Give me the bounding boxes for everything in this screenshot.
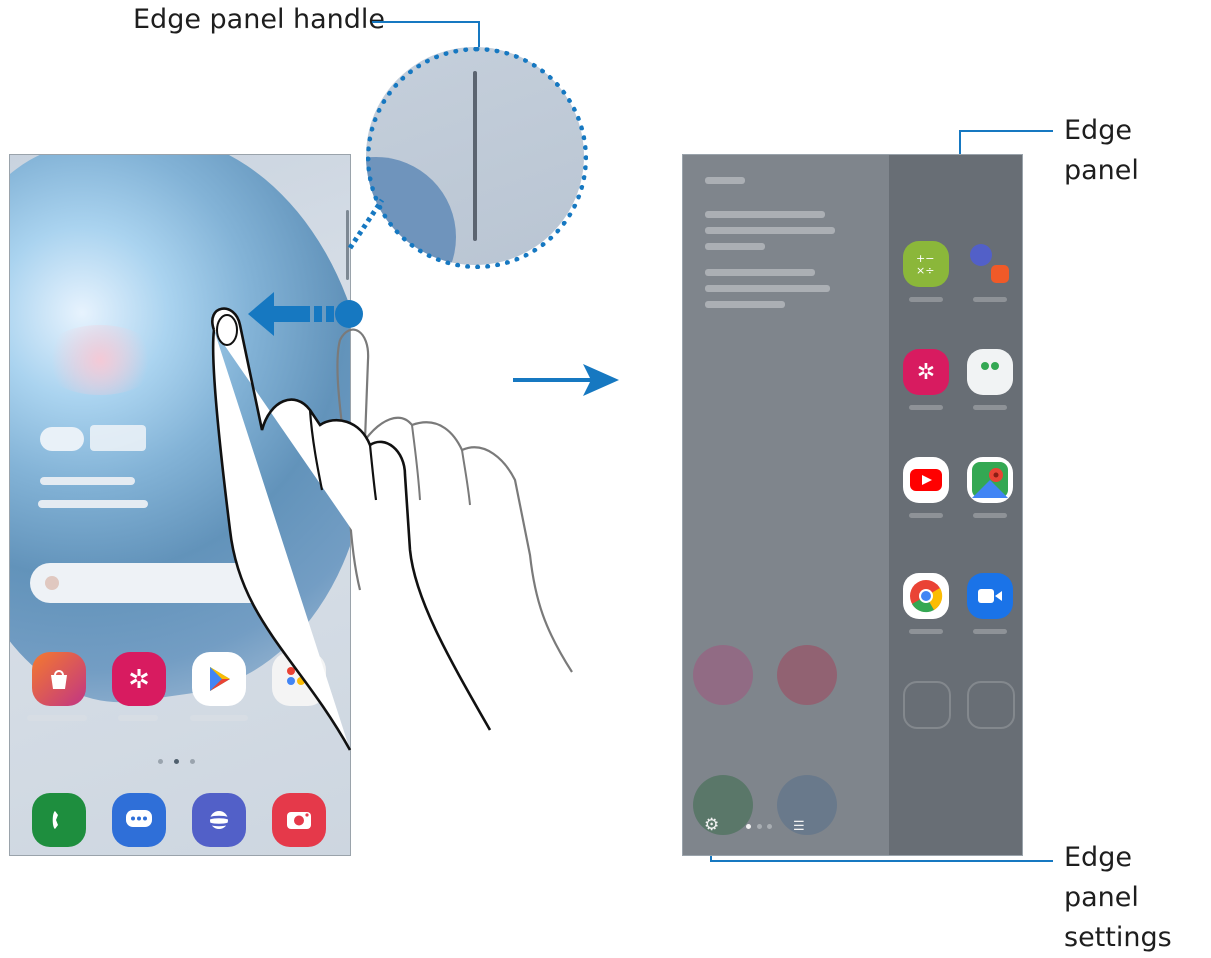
galaxy-store-icon[interactable]	[32, 652, 86, 706]
app-label	[909, 405, 943, 410]
edge-panel-settings-callout: Edge panel settings	[1064, 838, 1211, 958]
edge-panel-settings-gear-icon[interactable]: ⚙	[704, 815, 719, 835]
add-app-slot[interactable]	[967, 681, 1015, 729]
page-indicator-active	[746, 824, 751, 829]
edge-panel-handle-leader	[372, 21, 480, 23]
phone-icon[interactable]	[32, 793, 86, 847]
internet-icon[interactable]	[192, 793, 246, 847]
faded-app	[693, 775, 753, 835]
svg-text:×÷: ×÷	[916, 264, 934, 277]
app-label	[27, 715, 87, 721]
edge-panel-leader	[959, 130, 1053, 132]
app-label	[973, 297, 1007, 302]
blurred-title	[705, 177, 745, 184]
app-label	[909, 629, 943, 634]
camera-icon[interactable]	[272, 793, 326, 847]
faded-app	[693, 645, 753, 705]
blurred-text	[705, 211, 825, 218]
weather-widget[interactable]	[40, 425, 146, 456]
maps-icon[interactable]	[967, 457, 1013, 503]
app-label	[118, 715, 158, 721]
edge-panel-phone: ⚙ ☰ +− ×÷ ✲	[682, 154, 1023, 856]
add-app-slot[interactable]	[903, 681, 951, 729]
google-icon	[45, 576, 59, 590]
magnifier-pointer	[347, 198, 385, 250]
transition-arrow-icon	[513, 364, 619, 396]
chrome-icon[interactable]	[903, 573, 949, 619]
list-icon[interactable]: ☰	[793, 818, 805, 834]
page-indicator	[767, 824, 772, 829]
blurred-text	[705, 285, 830, 292]
app-label	[973, 629, 1007, 634]
page-indicator	[757, 824, 762, 829]
duo-icon[interactable]	[967, 573, 1013, 619]
faded-app	[777, 775, 837, 835]
faded-app	[777, 645, 837, 705]
edge-panel-settings-line1: Edge panel	[1064, 842, 1139, 913]
calculator-icon[interactable]: +− ×÷	[903, 241, 949, 287]
app-label	[973, 513, 1007, 518]
edge-panel-settings-leader	[710, 860, 1053, 862]
gallery-icon[interactable]: ✲	[112, 652, 166, 706]
messages-icon[interactable]	[112, 793, 166, 847]
app-label	[973, 405, 1007, 410]
cloud-icon	[40, 427, 84, 451]
page-indicator	[190, 759, 195, 764]
blurred-text	[705, 301, 785, 308]
edge-panel-handle-callout: Edge panel handle	[133, 4, 386, 35]
updated-label	[38, 500, 148, 508]
app-label	[909, 297, 943, 302]
pair-icon[interactable]	[967, 241, 1013, 287]
location-label	[40, 477, 135, 485]
page-indicator	[158, 759, 163, 764]
folder-icon[interactable]	[967, 349, 1013, 395]
blurred-text	[705, 227, 835, 234]
blurred-text	[705, 243, 765, 250]
temperature	[90, 425, 146, 451]
blurred-text	[705, 269, 815, 276]
edge-panel-settings-line2: settings	[1064, 922, 1172, 953]
wallpaper-highlight	[40, 325, 160, 395]
page-indicator-active	[174, 759, 179, 764]
edge-panel[interactable]: +− ×÷ ✲	[889, 155, 1022, 855]
youtube-icon[interactable]	[903, 457, 949, 503]
edge-panel-callout: Edge panel	[1064, 115, 1139, 186]
app-label	[909, 513, 943, 518]
gallery-icon[interactable]: ✲	[903, 349, 949, 395]
